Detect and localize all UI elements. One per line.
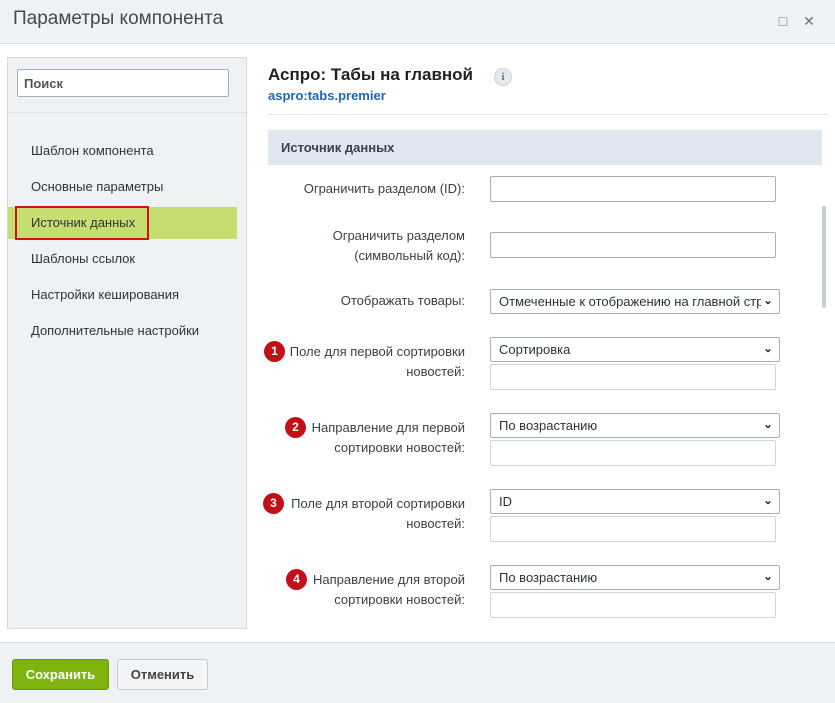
section-code-label-line2: (символьный код):	[354, 248, 465, 263]
section-title: Источник данных	[268, 130, 822, 165]
sort-field-2-label-line2: новостей:	[406, 516, 465, 531]
sort-order-2-custom-input[interactable]	[490, 592, 776, 618]
select-value: По возрастанию	[499, 570, 598, 585]
chevron-down-icon: ⌄	[761, 566, 775, 589]
section-id-label: Ограничить разделом (ID):	[303, 181, 465, 196]
sidebar-item-label: Шаблон компонента	[31, 143, 154, 158]
sort-field-2-select[interactable]: ID ⌄	[490, 489, 780, 514]
sort-field-2-custom-input[interactable]	[490, 516, 776, 542]
sort-order-2-label: Направление для второй сортировки новост…	[313, 570, 465, 610]
sort-field-2-label-line1: Поле для второй сортировки	[291, 496, 465, 511]
sidebar-item-additional-settings[interactable]: Дополнительные настройки	[8, 315, 237, 347]
section-code-field[interactable]	[490, 232, 776, 258]
chevron-down-icon: ⌄	[761, 290, 775, 313]
component-code: aspro:tabs.premier	[268, 88, 386, 103]
step-badge-2: 2	[285, 417, 306, 438]
step-badge-3: 3	[263, 493, 284, 514]
sidebar-divider	[8, 112, 246, 113]
sort-field-2-label: Поле для второй сортировки новостей:	[291, 494, 465, 534]
sidebar-item-data-source[interactable]: Источник данных	[8, 206, 237, 240]
display-products-label: Отображать товары:	[340, 293, 465, 308]
section-code-label: Ограничить разделом (символьный код):	[333, 226, 465, 266]
sidebar-item-url-templates[interactable]: Шаблоны ссылок	[8, 243, 237, 275]
cancel-button[interactable]: Отменить	[117, 659, 208, 690]
window-titlebar: Параметры компонента □ ✕	[0, 0, 835, 44]
select-value: Сортировка	[499, 342, 571, 357]
display-products-select[interactable]: Отмеченные к отображению на главной стра…	[490, 289, 780, 314]
select-value: По возрастанию	[499, 418, 598, 433]
step-badge-1: 1	[264, 341, 285, 362]
close-icon[interactable]: ✕	[801, 13, 817, 29]
chevron-down-icon: ⌄	[761, 490, 775, 513]
maximize-icon[interactable]: □	[775, 13, 791, 29]
sort-order-2-select[interactable]: По возрастанию ⌄	[490, 565, 780, 590]
section-code-label-line1: Ограничить разделом	[332, 228, 465, 243]
chevron-down-icon: ⌄	[761, 338, 775, 361]
scrollbar-thumb[interactable]	[822, 206, 826, 308]
sidebar-item-label: Дополнительные настройки	[31, 323, 200, 338]
highlight-frame	[15, 206, 149, 240]
save-button[interactable]: Сохранить	[12, 659, 109, 690]
sidebar-item-label: Настройки кеширования	[31, 287, 180, 302]
sidebar: Шаблон компонента Основные параметры Ист…	[7, 57, 247, 629]
sort-field-1-label-line2: новостей:	[406, 364, 465, 379]
info-icon[interactable]: i	[494, 68, 512, 86]
sort-field-1-custom-input[interactable]	[490, 364, 776, 390]
component-title: Аспро: Табы на главной	[268, 65, 473, 84]
step-badge-4: 4	[286, 569, 307, 590]
sidebar-item-label: Шаблоны ссылок	[31, 251, 136, 266]
sort-order-2-label-line2: сортировки новостей:	[334, 592, 465, 607]
sort-field-1-label-line1: Поле для первой сортировки	[289, 344, 465, 359]
sidebar-item-cache-settings[interactable]: Настройки кеширования	[8, 279, 237, 311]
sort-order-1-label-line2: сортировки новостей:	[334, 440, 465, 455]
sidebar-item-main-params[interactable]: Основные параметры	[8, 171, 237, 203]
sort-field-1-select[interactable]: Сортировка ⌄	[490, 337, 780, 362]
component-header: Аспро: Табы на главной i aspro:tabs.prem…	[268, 60, 828, 115]
sort-order-2-label-line1: Направление для второй	[312, 572, 465, 587]
select-value: ID	[499, 494, 512, 509]
section-id-field[interactable]	[490, 176, 776, 202]
select-value: Отмеченные к отображению на главной стра…	[499, 294, 761, 309]
sidebar-item-template[interactable]: Шаблон компонента	[8, 135, 237, 167]
dialog-footer: Сохранить Отменить	[0, 642, 835, 703]
sort-order-1-label-line1: Направление для первой	[311, 420, 465, 435]
search-input[interactable]	[17, 69, 229, 97]
sort-order-1-label: Направление для первой сортировки новост…	[312, 418, 465, 458]
sort-order-1-select[interactable]: По возрастанию ⌄	[490, 413, 780, 438]
sort-order-1-custom-input[interactable]	[490, 440, 776, 466]
window-title: Параметры компонента	[13, 8, 224, 29]
chevron-down-icon: ⌄	[761, 414, 775, 437]
sort-field-1-label: Поле для первой сортировки новостей:	[290, 342, 465, 382]
sidebar-item-label: Основные параметры	[31, 179, 164, 194]
